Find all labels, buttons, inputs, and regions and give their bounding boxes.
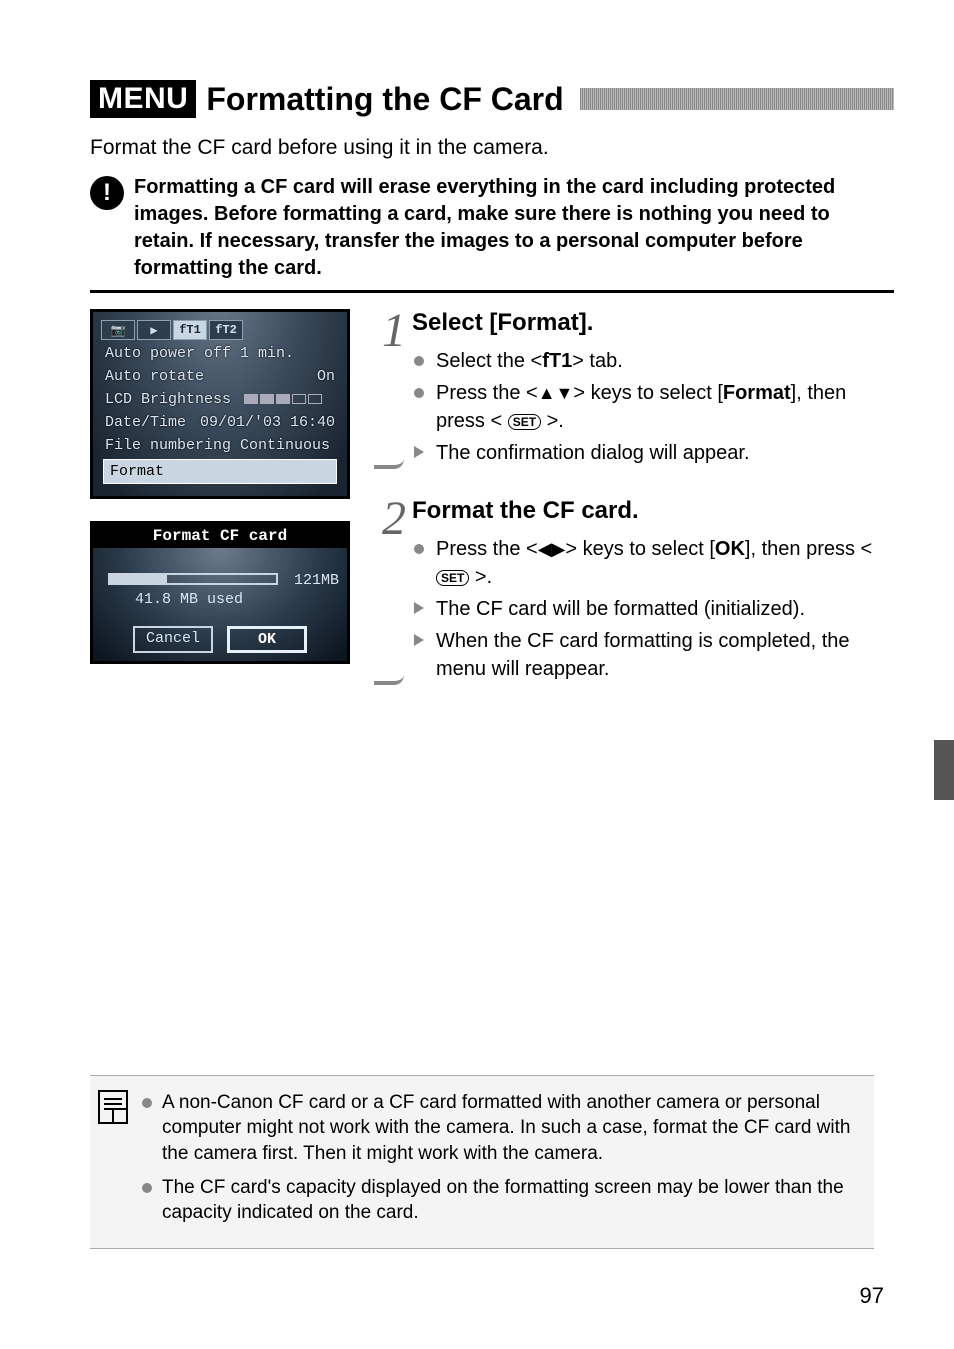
title-decor-bar xyxy=(580,88,894,110)
step-number: 1 xyxy=(372,309,406,471)
format-confirm-screen: Format CF card 121MB 41.8 MB used Cancel… xyxy=(90,521,350,664)
note-box: A non-Canon CF card or a CF card formatt… xyxy=(90,1075,874,1249)
page-edge-tab xyxy=(934,740,954,800)
page-number: 97 xyxy=(860,1283,884,1309)
menu-tab-play[interactable]: ▶ xyxy=(137,320,171,340)
menu-item[interactable]: File numbering Continuous xyxy=(99,434,341,457)
ok-button[interactable]: OK xyxy=(227,626,307,653)
step-title: Format the CF card. xyxy=(412,497,894,525)
menu-item[interactable]: Auto power off 1 min. xyxy=(99,342,341,365)
menu-tab-shoot[interactable]: 📷 xyxy=(101,320,135,340)
warning-icon: ! xyxy=(90,176,124,210)
format-screen-title: Format CF card xyxy=(93,524,347,548)
warning-text: Formatting a CF card will erase everythi… xyxy=(134,174,894,282)
steps-column: 1Select [Format]. Select the <fT1> tab. Pr… xyxy=(372,309,894,713)
step-bullet: Press the <▲▼> keys to select [Format], … xyxy=(412,379,894,435)
menu-item[interactable]: Auto rotate On xyxy=(99,365,341,388)
menu-tab-setup1[interactable]: fT1 xyxy=(173,320,207,340)
intro-text: Format the CF card before using it in th… xyxy=(90,136,894,160)
page-title: Formatting the CF Card xyxy=(206,81,563,118)
divider xyxy=(90,290,894,293)
note-item: A non-Canon CF card or a CF card formatt… xyxy=(142,1090,866,1167)
menu-badge: MENU xyxy=(90,80,196,118)
step-bullet: The confirmation dialog will appear. xyxy=(412,439,894,467)
step-bullet: Select the <fT1> tab. xyxy=(412,347,894,375)
step: 2Format the CF card. Press the <◀▶> keys … xyxy=(372,497,894,687)
step-number: 2 xyxy=(372,497,406,687)
page-header: MENU Formatting the CF Card xyxy=(90,80,894,118)
step: 1Select [Format]. Select the <fT1> tab. Pr… xyxy=(372,309,894,471)
menu-item[interactable]: LCD Brightness xyxy=(99,388,341,411)
note-icon xyxy=(98,1090,128,1124)
note-item: The CF card's capacity displayed on the … xyxy=(142,1175,866,1226)
step-bullet: When the CF card formatting is completed… xyxy=(412,627,894,683)
capacity-bar xyxy=(108,573,278,585)
menu-item[interactable]: Date/Time 09/01/'03 16:40 xyxy=(99,411,341,434)
step-title: Select [Format]. xyxy=(412,309,894,337)
menu-tab-setup2[interactable]: fT2 xyxy=(209,320,243,340)
capacity-label: 121MB xyxy=(294,572,339,589)
notes-list: A non-Canon CF card or a CF card formatt… xyxy=(142,1090,866,1226)
step-bullet: Press the <◀▶> keys to select [OK], then… xyxy=(412,535,894,591)
camera-menu-screen: 📷 ▶ fT1 fT2 Auto power off 1 min. Auto r… xyxy=(90,309,350,499)
cancel-button[interactable]: Cancel xyxy=(133,626,213,653)
step-bullet: The CF card will be formatted (initializ… xyxy=(412,595,894,623)
warning-block: ! Formatting a CF card will erase everyt… xyxy=(90,174,894,282)
used-label: 41.8 MB used xyxy=(135,591,305,608)
menu-item-format-selected[interactable]: Format xyxy=(103,459,337,484)
menu-tabs: 📷 ▶ fT1 fT2 xyxy=(99,318,341,342)
brightness-indicator xyxy=(244,394,322,404)
